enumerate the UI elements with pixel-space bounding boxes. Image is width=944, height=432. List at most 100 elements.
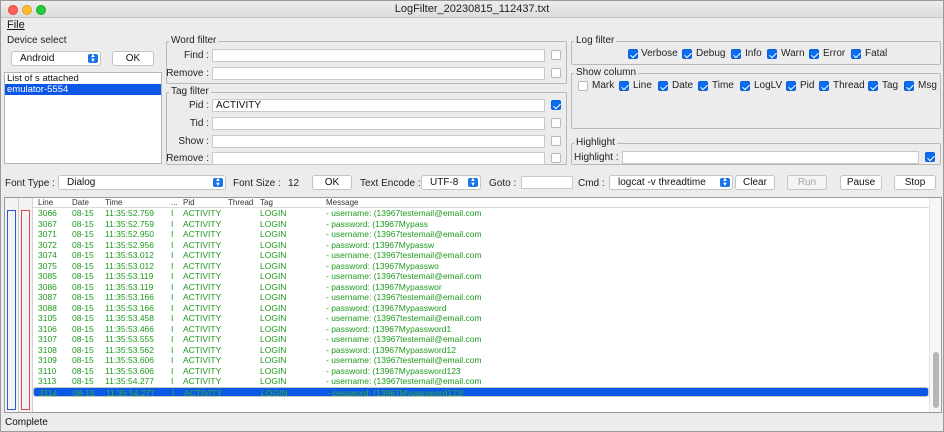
highlight-input[interactable] (622, 151, 919, 164)
log-row[interactable]: 3066 08-15 11:35:52.759 I ACTIVITY LOGIN - use… (33, 208, 929, 219)
log-cell-msg: - password: (13967Mypasswor (326, 281, 442, 292)
log-cell-date: 08-15 (72, 292, 94, 302)
log-cell-pid: ACTIVITY (183, 313, 222, 323)
log-cell-time: 11:35:54.277 (106, 387, 155, 397)
log-cell-msg: - password: (13967Mypassword123! (327, 387, 465, 397)
msg-column-checkbox[interactable] (904, 81, 914, 91)
tag-column-checkbox[interactable] (868, 81, 878, 91)
find-label: Find : (183, 50, 209, 61)
tid-input[interactable] (212, 117, 545, 130)
log-vertical-scrollbar[interactable] (929, 198, 941, 412)
log-scroll-thumb[interactable] (933, 352, 939, 408)
device-dropdown[interactable]: Android ▲ ▼ (11, 51, 101, 66)
date-column-checkbox[interactable] (658, 81, 668, 91)
run-button[interactable]: Run (787, 175, 827, 190)
font-type-dropdown[interactable]: Dialog ▲ ▼ (58, 175, 226, 190)
log-cell-tag: LOGIN (260, 376, 287, 386)
highlight-checkbox[interactable] (925, 152, 935, 162)
menu-file[interactable]: File (7, 19, 25, 31)
header-loglv[interactable]: ... (171, 198, 178, 207)
device-list-item-selected[interactable]: emulator-5554 (5, 84, 161, 95)
log-cell-time: 11:35:53.119 (105, 281, 154, 292)
header-thread[interactable]: Thread (228, 198, 253, 207)
device-list-item[interactable]: List of s attached (5, 73, 161, 84)
log-row[interactable]: 3086 08-15 11:35:53.119 I ACTIVITY LOGIN - pas… (33, 282, 929, 293)
pause-button[interactable]: Pause (840, 175, 882, 190)
mark-column-checkbox[interactable] (578, 81, 588, 91)
device-list[interactable]: List of s attached emulator-5554 (4, 72, 162, 164)
log-row[interactable]: 3105 08-15 11:35:53.458 I ACTIVITY LOGIN - use… (33, 313, 929, 324)
log-cell-msg: - username: (13967testemail@email.com (326, 355, 482, 365)
header-time[interactable]: Time (105, 198, 122, 207)
error-checkbox[interactable] (809, 49, 819, 59)
log-cell-tag: LOGIN (260, 208, 287, 218)
log-row[interactable]: 3075 08-15 11:35:53.012 I ACTIVITY LOGIN - pas… (33, 261, 929, 272)
log-row[interactable]: 3087 08-15 11:35:53.166 I ACTIVITY LOGIN - use… (33, 292, 929, 303)
error-mark-column[interactable] (19, 198, 33, 412)
find-input[interactable] (212, 49, 545, 62)
log-row[interactable]: 3074 08-15 11:35:53.012 I ACTIVITY LOGIN - use… (33, 250, 929, 261)
font-size-ok-button[interactable]: OK (312, 175, 352, 190)
line-column-label: Line (633, 80, 652, 91)
cmd-dropdown[interactable]: logcat -v threadtime ▲ ▼ (609, 175, 733, 190)
log-row[interactable]: 3110 08-15 11:35:53.606 I ACTIVITY LOGIN - pas… (33, 366, 929, 377)
tag-remove-input[interactable] (212, 152, 545, 165)
word-remove-input[interactable] (212, 67, 545, 80)
tid-checkbox[interactable] (551, 118, 561, 128)
line-column-checkbox[interactable] (619, 81, 629, 91)
log-table[interactable]: Line Date Time ... Pid Thread Tag Messag… (4, 197, 942, 413)
clear-button[interactable]: Clear (735, 175, 775, 190)
log-cell-time: 11:35:53.458 (105, 313, 154, 323)
log-row-selected[interactable]: 3114 08-15 11:35:54.277 I ACTIVITY LOGIN - pas… (33, 386, 929, 397)
time-column-checkbox[interactable] (698, 81, 708, 91)
log-row[interactable]: 3107 08-15 11:35:53.555 I ACTIVITY LOGIN - use… (33, 334, 929, 345)
find-checkbox[interactable] (551, 50, 561, 60)
debug-checkbox[interactable] (682, 49, 692, 59)
log-row[interactable]: 3113 08-15 11:35:54.277 I ACTIVITY LOGIN - use… (33, 376, 929, 387)
time-column-label: Time (712, 80, 734, 91)
header-pid[interactable]: Pid (183, 198, 195, 207)
log-row[interactable]: 3088 08-15 11:35:53.166 I ACTIVITY LOGIN - pas… (33, 303, 929, 314)
log-cell-tag: LOGIN (260, 365, 287, 376)
header-line[interactable]: Line (38, 198, 53, 207)
pid-checkbox[interactable] (551, 100, 561, 110)
verbose-checkbox[interactable] (628, 49, 638, 59)
show-input[interactable] (212, 135, 545, 148)
msg-column-label: Msg (918, 80, 937, 91)
log-cell-msg: - username: (13967testemail@email.com (326, 250, 482, 260)
pid-input[interactable]: ACTIVITY (212, 99, 545, 112)
header-message[interactable]: Message (326, 198, 358, 207)
log-cell-lv: I (171, 302, 174, 313)
loglv-column-checkbox[interactable] (740, 81, 750, 91)
log-row[interactable]: 3072 08-15 11:35:52.956 I ACTIVITY LOGIN - pas… (33, 240, 929, 251)
log-row[interactable]: 3067 08-15 11:35:52.759 I ACTIVITY LOGIN - pas… (33, 219, 929, 230)
log-row[interactable]: 3108 08-15 11:35:53.562 I ACTIVITY LOGIN - pas… (33, 345, 929, 356)
goto-input[interactable] (521, 176, 573, 189)
log-cell-pid: ACTIVITY (183, 271, 222, 281)
word-remove-checkbox[interactable] (551, 68, 561, 78)
log-cell-msg: - password: (13967Mypassword (326, 302, 447, 313)
thread-column-checkbox[interactable] (819, 81, 829, 91)
device-ok-button[interactable]: OK (112, 51, 154, 66)
log-cell-date: 08-15 (72, 208, 94, 218)
log-row[interactable]: 3071 08-15 11:35:52.950 I ACTIVITY LOGIN - use… (33, 229, 929, 240)
fatal-checkbox[interactable] (851, 49, 861, 59)
log-row[interactable]: 3085 08-15 11:35:53.119 I ACTIVITY LOGIN - use… (33, 271, 929, 282)
log-row[interactable]: 3109 08-15 11:35:53.606 I ACTIVITY LOGIN - use… (33, 355, 929, 366)
tag-remove-checkbox[interactable] (551, 153, 561, 163)
log-row[interactable]: 3106 08-15 11:35:53.466 I ACTIVITY LOGIN - pas… (33, 324, 929, 335)
header-tag[interactable]: Tag (260, 198, 273, 207)
header-date[interactable]: Date (72, 198, 89, 207)
log-cell-msg: - username: (13967testemail@email.com (326, 334, 482, 344)
pid-column-checkbox[interactable] (786, 81, 796, 91)
text-encode-dropdown[interactable]: UTF-8 ▲ ▼ (421, 175, 481, 190)
stop-button[interactable]: Stop (894, 175, 936, 190)
log-cell-line: 3067 (38, 218, 57, 229)
log-cell-lv: I (171, 344, 174, 355)
show-checkbox[interactable] (551, 136, 561, 146)
warn-checkbox[interactable] (767, 49, 777, 59)
bookmark-column[interactable] (5, 198, 19, 412)
goto-label: Goto : (489, 178, 517, 189)
info-checkbox[interactable] (731, 49, 741, 59)
font-size-value[interactable]: 12 (288, 178, 299, 189)
